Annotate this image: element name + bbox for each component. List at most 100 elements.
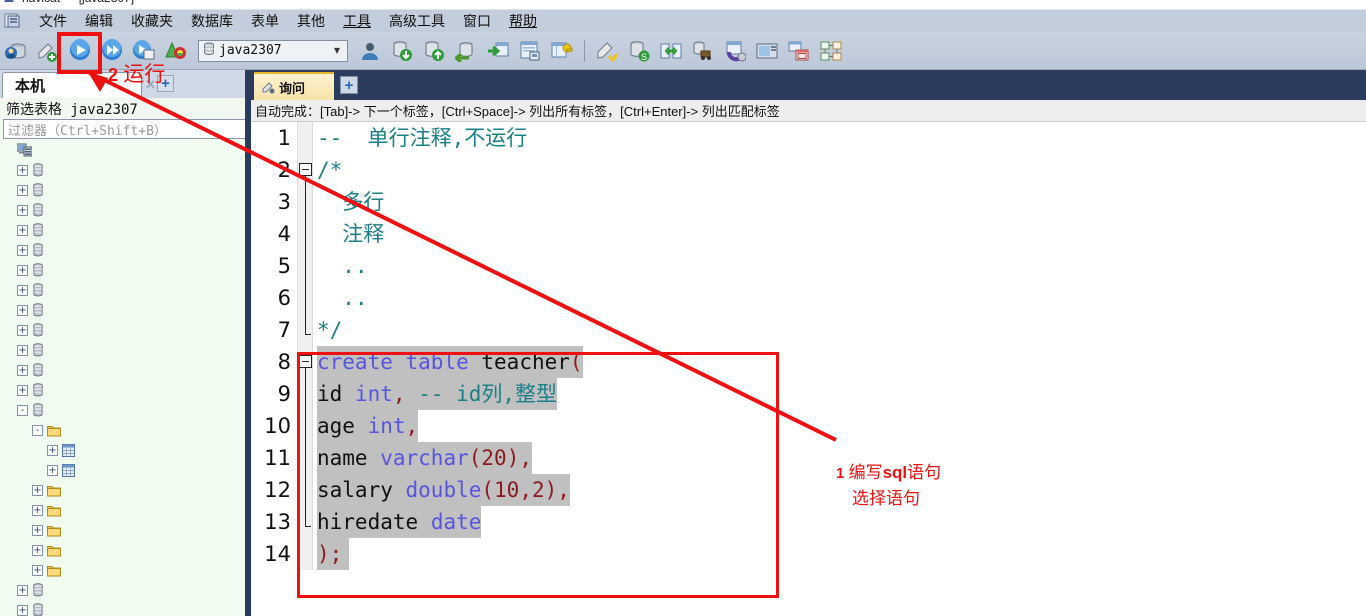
editor-line[interactable]: 7 */	[251, 314, 1366, 346]
fold-column[interactable]	[297, 474, 313, 506]
tree-item-root-localhost[interactable]	[0, 140, 245, 160]
editor-line[interactable]: 5 ..	[251, 250, 1366, 282]
tree-item-java2301[interactable]: +	[0, 380, 245, 400]
import-wizard-icon[interactable]	[720, 35, 750, 67]
tab-query[interactable]: 询问	[254, 72, 334, 100]
tree-expander-icon[interactable]: +	[17, 324, 28, 336]
run-icon[interactable]	[65, 35, 95, 67]
editor-line[interactable]: 9 id int, -- id列,整型	[251, 378, 1366, 410]
menu-item-favorites[interactable]: 收藏夹	[122, 11, 182, 32]
schedule-icon[interactable]	[688, 35, 718, 67]
editor-line[interactable]: 14);	[251, 538, 1366, 570]
tree-expander-icon[interactable]: +	[17, 264, 28, 276]
tree-item-java2212_homework[interactable]: +	[0, 320, 245, 340]
fold-column[interactable]	[297, 282, 313, 314]
code-text[interactable]: -- 单行注释,不运行	[313, 122, 1366, 154]
db-transfer-icon[interactable]	[451, 35, 481, 67]
editor-line[interactable]: 1 -- 单行注释,不运行	[251, 122, 1366, 154]
tree-expander-icon[interactable]: +	[17, 584, 28, 596]
data-compare-icon[interactable]	[656, 35, 686, 67]
new-query-icon[interactable]	[33, 35, 63, 67]
menu-item-edit[interactable]: 编辑	[76, 11, 122, 32]
editor-line[interactable]: 11 name varchar(20),	[251, 442, 1366, 474]
tree-expander-icon[interactable]: +	[17, 304, 28, 316]
fold-column[interactable]: −	[297, 346, 313, 378]
menu-item-file[interactable]: 文件	[30, 11, 76, 32]
tree-item-java2307[interactable]: -	[0, 400, 245, 420]
tree-expander-icon[interactable]: +	[32, 484, 43, 496]
code-text[interactable]: age int,	[313, 410, 1366, 442]
fold-column[interactable]: −	[297, 154, 313, 186]
database-select[interactable]: java2307 ▼	[198, 39, 348, 62]
paint-icon[interactable]	[592, 35, 622, 67]
connection-icon[interactable]	[1, 35, 31, 67]
fold-column[interactable]	[297, 410, 313, 442]
db-sync-icon[interactable]: S	[624, 35, 654, 67]
tree-item--[interactable]: +	[0, 500, 245, 520]
tree-expander-icon[interactable]: -	[32, 424, 43, 436]
report-icon[interactable]	[752, 35, 782, 67]
tree-expander-icon[interactable]: +	[47, 444, 58, 456]
tree-item--[interactable]: -	[0, 420, 245, 440]
code-text[interactable]: 多行	[313, 186, 1366, 218]
tree-item-apartment2217[interactable]: +	[0, 180, 245, 200]
editor-line[interactable]: 13 hiredate date	[251, 506, 1366, 538]
editor-line[interactable]: 6 ..	[251, 282, 1366, 314]
tree-item-java38[interactable]: +	[0, 600, 245, 616]
menu-item-tools[interactable]: 工具	[334, 11, 380, 32]
editor-line[interactable]: 12 salary double(10,2),	[251, 474, 1366, 506]
tree-item--[interactable]: +	[0, 480, 245, 500]
code-text[interactable]: */	[313, 314, 1366, 346]
tree-expander-icon[interactable]: +	[17, 224, 28, 236]
tree-item--[interactable]: +	[0, 520, 245, 540]
editor-line[interactable]: 8− create table teacher(	[251, 346, 1366, 378]
data-transfer-icon[interactable]	[483, 35, 513, 67]
user-icon[interactable]	[355, 35, 385, 67]
code-text[interactable]: id int, -- id列,整型	[313, 378, 1366, 410]
tree-item-java2212[interactable]: +	[0, 300, 245, 320]
menu-item-database[interactable]: 数据库	[182, 11, 242, 32]
tree-expander-icon[interactable]: +	[17, 284, 28, 296]
plus-icon[interactable]: +	[340, 76, 358, 94]
tree-expander-icon[interactable]: +	[32, 504, 43, 516]
tree-expander-icon[interactable]: +	[17, 344, 28, 356]
tree-expander-icon[interactable]: +	[17, 184, 28, 196]
tree-item-apartment[interactable]: +	[0, 160, 245, 180]
tree-item--[interactable]: +	[0, 540, 245, 560]
tree-expander-icon[interactable]: +	[32, 524, 43, 536]
database-tree[interactable]: ++++++++++++--+++++++++++	[0, 140, 245, 616]
import-db-icon[interactable]	[387, 35, 417, 67]
fold-column[interactable]	[297, 250, 313, 282]
er-diagram-icon[interactable]	[816, 35, 846, 67]
menu-item-form[interactable]: 表单	[242, 11, 288, 32]
tree-expander-icon[interactable]: -	[17, 404, 28, 416]
tree-item-java2217[interactable]: +	[0, 360, 245, 380]
sql-editor[interactable]: 1 -- 单行注释,不运行 2−/* 3 多行 4 注释 5 .. 6 .. 7 */8− cre…	[251, 122, 1366, 616]
fold-column[interactable]	[297, 442, 313, 474]
code-text[interactable]: create table teacher(	[313, 346, 1366, 378]
tree-expander-icon[interactable]: +	[17, 244, 28, 256]
tree-expander-icon[interactable]: +	[32, 564, 43, 576]
editor-line[interactable]: 3 多行	[251, 186, 1366, 218]
menu-item-other[interactable]: 其他	[288, 11, 334, 32]
model-icon[interactable]	[784, 35, 814, 67]
tree-expander-icon[interactable]: +	[17, 164, 28, 176]
code-text[interactable]: ..	[313, 250, 1366, 282]
explain-icon[interactable]	[161, 35, 191, 67]
key-table-icon[interactable]	[547, 35, 577, 67]
tree-expander-icon[interactable]: +	[17, 604, 28, 616]
fold-column[interactable]	[297, 122, 313, 154]
fold-collapse-icon[interactable]: −	[299, 163, 312, 176]
code-text[interactable]: ..	[313, 282, 1366, 314]
code-text[interactable]: 注释	[313, 218, 1366, 250]
fold-column[interactable]	[297, 538, 313, 570]
backup-icon[interactable]	[515, 35, 545, 67]
menu-item-advanced-tools[interactable]: 高级工具	[380, 11, 454, 32]
tree-item-java2212-[interactable]: +	[0, 340, 245, 360]
editor-line[interactable]: 10 age int,	[251, 410, 1366, 442]
fold-column[interactable]	[297, 186, 313, 218]
fold-collapse-icon[interactable]: −	[299, 355, 312, 368]
tree-expander-icon[interactable]: +	[47, 464, 58, 476]
tree-item-java3201[interactable]: +	[0, 580, 245, 600]
tree-item-teacher[interactable]: +	[0, 460, 245, 480]
